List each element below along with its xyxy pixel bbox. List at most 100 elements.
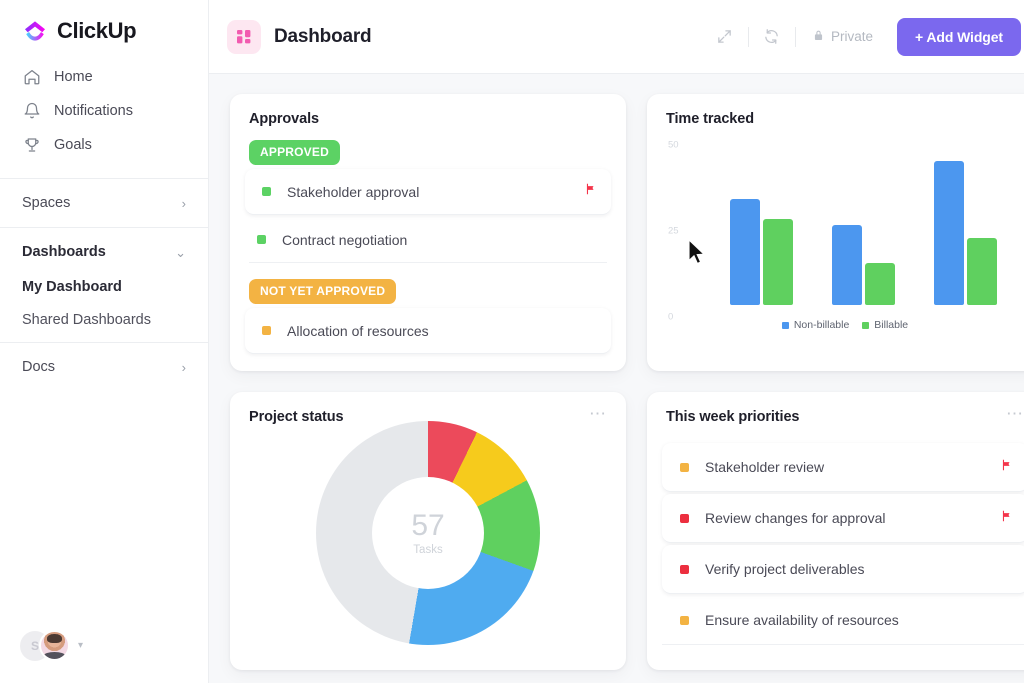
donut-chart: 57 Tasks [249,419,607,647]
sidebar-subitem-label: My Dashboard [22,279,122,295]
not-approved-group: NOT YET APPROVED [249,279,607,304]
chevron-right-icon: › [182,197,186,210]
priority-label: Ensure availability of resources [705,612,899,628]
approval-row[interactable]: Contract negotiation [249,217,607,263]
flag-icon[interactable] [1000,509,1014,528]
privacy-label: Private [831,29,873,44]
bar-groups [710,145,1016,305]
widget-header: Time tracked [666,111,1024,127]
time-tracked-widget: Time tracked 50 25 0 [647,94,1024,371]
clickup-dashboard-app: ClickUp Home Notifications [0,0,1024,683]
time-tracked-chart: 50 25 0 [666,133,1024,331]
widget-title: Time tracked [666,111,754,127]
refresh-icon[interactable] [755,20,789,54]
status-dot [262,187,271,196]
chevron-right-icon: › [182,361,186,374]
bar-billable[interactable] [763,219,793,305]
priority-dot [680,565,689,574]
widget-header: This week priorities ⋯ [666,409,1024,425]
chevron-down-icon[interactable]: ▾ [78,640,83,651]
home-icon [22,68,41,87]
divider [795,27,796,47]
donut-ring[interactable]: 57 Tasks [316,421,540,645]
priority-label: Stakeholder review [705,459,824,475]
sidebar-item-spaces[interactable]: Spaces › [0,185,208,221]
legend-label: Non-billable [794,319,849,331]
approval-label: Stakeholder approval [287,184,419,200]
flag-icon[interactable] [1000,458,1014,477]
priority-list: Stakeholder review Review changes for ap… [666,443,1024,645]
list-item[interactable]: Verify project deliverables [662,545,1024,594]
legend-item-billable[interactable]: Billable [862,319,908,331]
bar-non-billable[interactable] [934,161,964,305]
more-options-icon[interactable]: ⋯ [589,409,607,419]
spaces-label: Spaces [22,195,70,211]
list-item[interactable]: Review changes for approval [662,494,1024,543]
bar-group [832,145,895,305]
approval-label: Contract negotiation [282,232,407,248]
legend-swatch [782,322,789,329]
status-badge: APPROVED [249,140,340,165]
expand-arrows-icon[interactable] [708,20,742,54]
status-badge: NOT YET APPROVED [249,279,396,304]
sidebar-item-docs[interactable]: Docs › [0,349,208,385]
user-tray[interactable]: S ▾ [20,630,83,661]
priority-dot [680,616,689,625]
main-content: Dashboard [209,0,1024,683]
widget-title: Project status [249,409,344,425]
list-item[interactable]: Ensure availability of resources [662,596,1024,645]
chart-legend: Non-billable Billable [666,319,1024,331]
approved-group: APPROVED [249,140,607,165]
sidebar-item-goals[interactable]: Goals [0,128,208,162]
avatar[interactable] [39,630,70,661]
donut-center: 57 Tasks [372,477,484,589]
approval-row[interactable]: Stakeholder approval [245,169,611,215]
flag-icon[interactable] [584,182,598,201]
priority-dot [680,463,689,472]
brand-logo[interactable]: ClickUp [0,0,208,58]
list-item[interactable]: Stakeholder review [662,443,1024,492]
donut-value: 57 [411,511,444,541]
more-options-icon[interactable]: ⋯ [1006,409,1024,419]
add-widget-button[interactable]: + Add Widget [897,18,1021,56]
bar-non-billable[interactable] [730,199,760,305]
divider [0,178,208,179]
widget-title: This week priorities [666,409,799,425]
sidebar-item-my-dashboard[interactable]: My Dashboard [0,270,208,303]
sidebar: ClickUp Home Notifications [0,0,209,683]
bell-icon [22,102,41,121]
topbar-actions: Private + Add Widget [708,18,1021,56]
bar-billable[interactable] [865,263,895,305]
legend-item-non-billable[interactable]: Non-billable [782,319,849,331]
sidebar-item-dashboards[interactable]: Dashboards ⌄ [0,234,208,270]
sidebar-item-home[interactable]: Home [0,60,208,94]
clickup-logo-icon [22,18,48,44]
priority-label: Review changes for approval [705,510,886,526]
approval-label: Allocation of resources [287,323,429,339]
bar-group [934,145,997,305]
widget-title: Approvals [249,111,319,127]
sidebar-item-label: Home [54,69,93,85]
docs-label: Docs [22,359,55,375]
approvals-widget: Approvals APPROVED Stakeholder approval [230,94,626,371]
approval-row[interactable]: Allocation of resources [245,308,611,354]
divider [748,27,749,47]
bar-non-billable[interactable] [832,225,862,305]
sidebar-subitem-label: Shared Dashboards [22,312,151,328]
dashboards-label: Dashboards [22,244,106,260]
priority-dot [680,514,689,523]
sidebar-item-label: Goals [54,137,92,153]
status-dot [262,326,271,335]
plot-area [710,145,1016,305]
privacy-toggle[interactable]: Private [802,29,883,45]
bar-billable[interactable] [967,238,997,305]
donut-label: Tasks [413,544,442,556]
topbar: Dashboard [209,0,1024,74]
priority-label: Verify project deliverables [705,561,865,577]
y-axis-tick: 25 [668,226,679,237]
sidebar-item-shared-dashboards[interactable]: Shared Dashboards [0,303,208,336]
page-title: Dashboard [274,26,371,48]
status-dot [257,235,266,244]
legend-label: Billable [874,319,908,331]
sidebar-item-notifications[interactable]: Notifications [0,94,208,128]
